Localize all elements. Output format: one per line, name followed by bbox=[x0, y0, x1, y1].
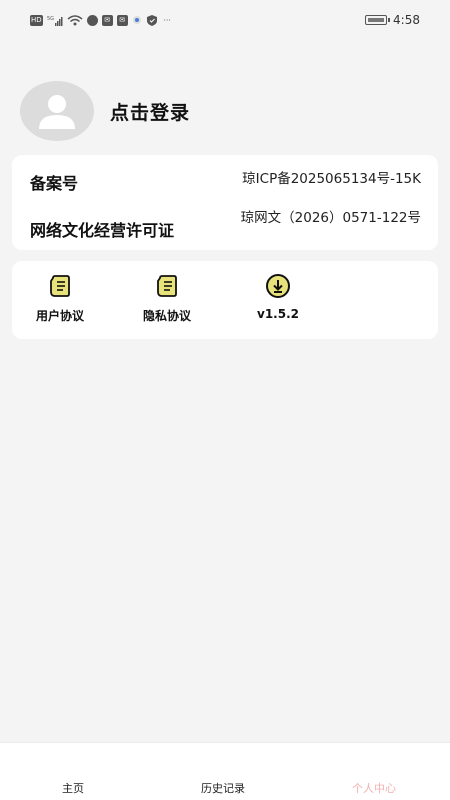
license-value: 琼网文（2026）0571-122号 bbox=[240, 210, 421, 226]
avatar[interactable] bbox=[20, 81, 94, 141]
info-row-license: 网络文化经营许可证 琼网文（2026）0571-122号 bbox=[30, 209, 421, 241]
document-icon bbox=[154, 273, 180, 299]
status-icons: HD 5G ✉ ✉ ··· bbox=[30, 14, 173, 26]
bottom-nav: 主页 历史记录 个人中心 bbox=[0, 742, 450, 800]
icp-label: 备案号 bbox=[30, 174, 79, 193]
nav-home[interactable]: 主页 bbox=[62, 780, 84, 796]
hd-icon: HD bbox=[30, 14, 43, 26]
login-link[interactable]: 点击登录 bbox=[110, 98, 190, 125]
svg-text:5G: 5G bbox=[47, 16, 54, 22]
battery-icon bbox=[365, 15, 391, 25]
links-card: 用户协议 隐私协议 v1.5.2 bbox=[12, 261, 438, 339]
wifi-icon bbox=[67, 14, 83, 26]
version-check-link[interactable]: v1.5.2 bbox=[257, 273, 299, 321]
user-agreement-link[interactable]: 用户协议 bbox=[36, 273, 84, 324]
status-bar: HD 5G ✉ ✉ ··· 4:58 bbox=[0, 0, 450, 40]
mail-icon-2: ✉ bbox=[116, 14, 128, 26]
registration-info-card: 备案号 琼ICP备2025065134号-15K 网络文化经营许可证 琼网文（2… bbox=[12, 155, 438, 250]
version-label: v1.5.2 bbox=[257, 307, 299, 321]
signal-5g-icon: 5G bbox=[47, 15, 63, 26]
app-notification-icon bbox=[86, 14, 98, 26]
profile-header[interactable]: 点击登录 bbox=[20, 81, 190, 141]
license-label: 网络文化经营许可证 bbox=[30, 221, 175, 240]
user-icon bbox=[39, 95, 75, 129]
mail-icon: ✉ bbox=[101, 14, 113, 26]
clock: 4:58 bbox=[393, 13, 420, 27]
privacy-agreement-link[interactable]: 隐私协议 bbox=[143, 273, 191, 324]
icp-value: 琼ICP备2025065134号-15K bbox=[242, 171, 421, 187]
app-dot-icon bbox=[132, 15, 143, 26]
info-row-icp: 备案号 琼ICP备2025065134号-15K bbox=[30, 170, 421, 194]
document-icon bbox=[47, 273, 73, 299]
download-icon bbox=[265, 273, 291, 299]
nav-history[interactable]: 历史记录 bbox=[201, 780, 245, 796]
user-agreement-label: 用户协议 bbox=[36, 309, 85, 323]
privacy-agreement-label: 隐私协议 bbox=[143, 309, 192, 323]
nav-profile[interactable]: 个人中心 bbox=[352, 780, 396, 796]
shield-icon bbox=[147, 14, 158, 26]
more-notifications-icon: ··· bbox=[163, 15, 171, 25]
